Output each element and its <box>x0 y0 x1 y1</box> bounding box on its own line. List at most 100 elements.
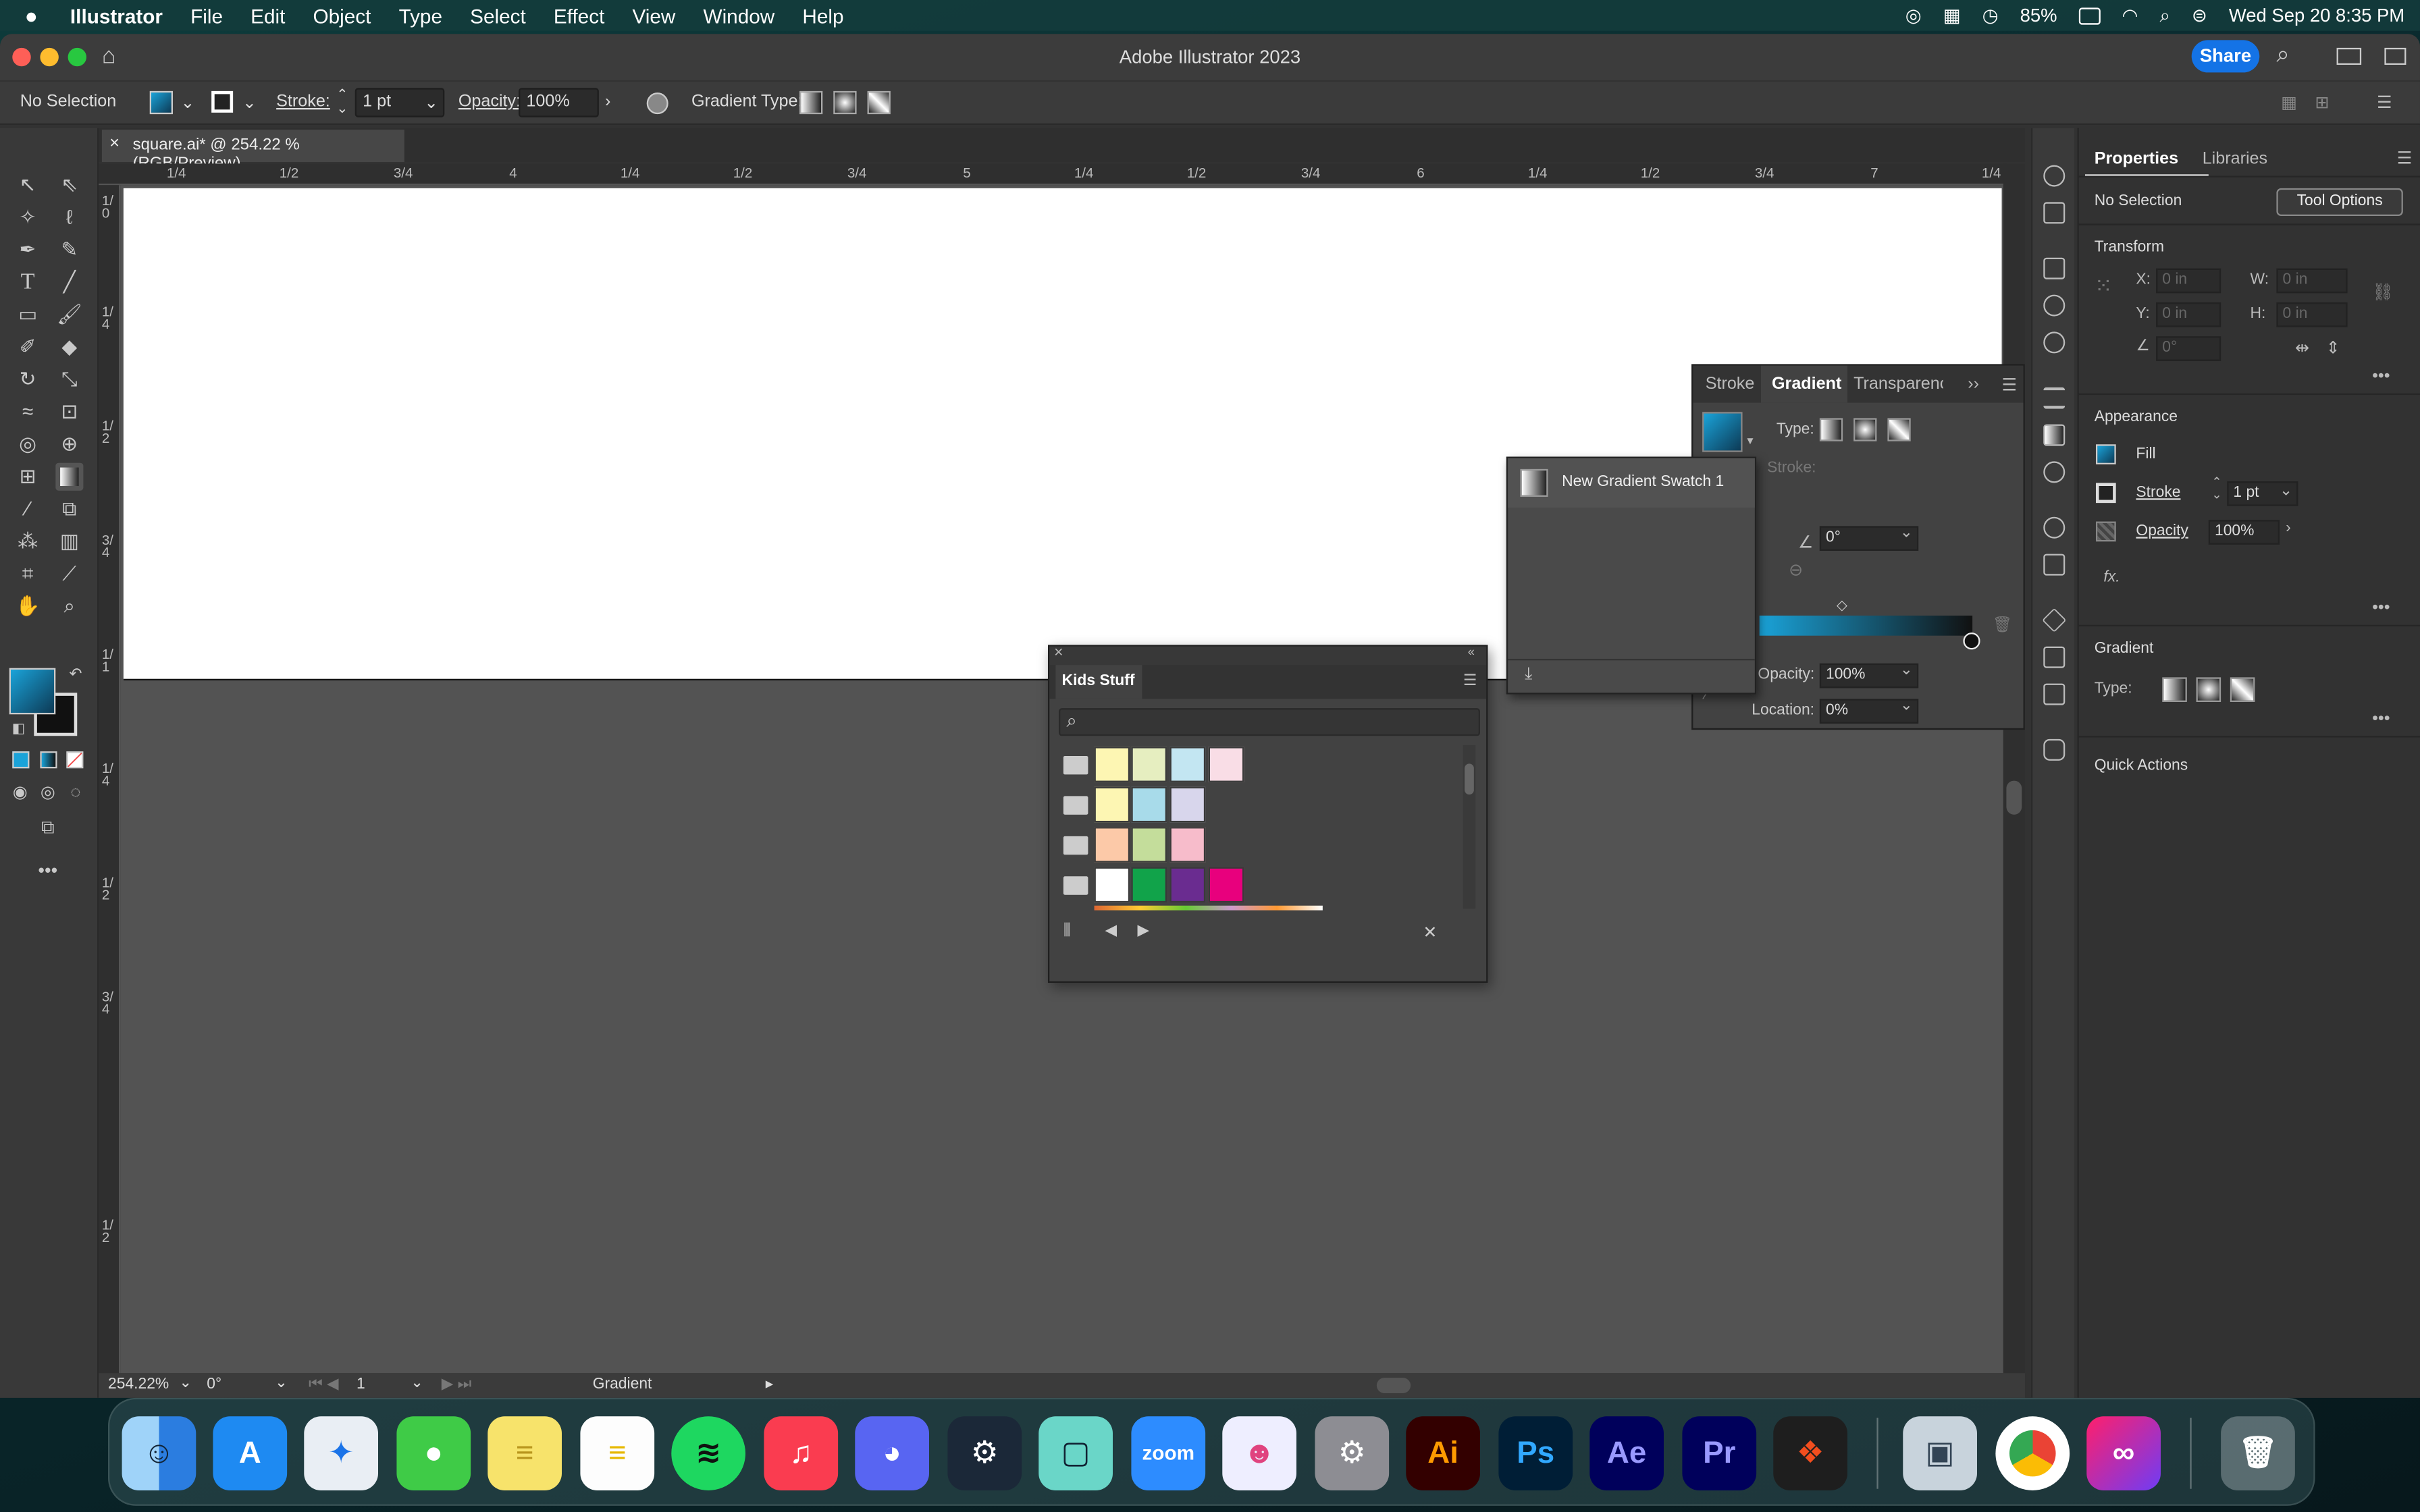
freeform-gradient-type-button[interactable] <box>2230 677 2255 702</box>
swatch-list-scroll-thumb[interactable] <box>1465 763 1474 795</box>
freeform-gradient-button[interactable] <box>1887 418 1911 441</box>
search-icon[interactable]: ⌕ <box>2159 4 2169 27</box>
menu-app-name[interactable]: Illustrator <box>56 4 176 27</box>
stroke-swatch[interactable] <box>211 90 234 113</box>
appearance-panel-icon[interactable] <box>2043 516 2066 539</box>
vertical-scrollbar[interactable] <box>2003 163 2025 1374</box>
gradient-preset-chevron-down-icon[interactable]: ▾ <box>1747 433 1753 448</box>
dock-zoom-icon[interactable]: zoom <box>1131 1416 1206 1490</box>
previous-library-icon[interactable]: ◀ <box>1105 923 1117 940</box>
lasso-tool-icon[interactable]: ℓ <box>55 204 83 232</box>
line-segment-tool-icon[interactable]: ╱ <box>55 269 83 296</box>
swap-fill-stroke-icon[interactable]: ↶ <box>61 662 89 690</box>
tab-properties[interactable]: Properties <box>2095 150 2178 168</box>
color-mode-button[interactable] <box>12 751 30 769</box>
more-appearance-options-icon[interactable]: ••• <box>2372 599 2390 617</box>
stroke-weight-chevron-down-icon[interactable]: ⌄ <box>2280 483 2292 500</box>
none-mode-button[interactable] <box>66 751 84 769</box>
horizontal-scrollbar[interactable] <box>790 1378 1994 1393</box>
battery-icon[interactable] <box>2078 7 2101 24</box>
hand-tool-icon[interactable]: ✋ <box>14 593 42 620</box>
dock-system-settings-icon[interactable]: ⚙ <box>1315 1416 1390 1490</box>
wifi-icon[interactable]: ◠ <box>2122 5 2138 26</box>
flip-horizontal-icon[interactable]: ⇹ <box>2295 338 2309 358</box>
gradient-slider[interactable] <box>1759 615 1973 636</box>
fill-swatch[interactable] <box>149 90 173 115</box>
delete-stop-icon[interactable]: 🗑 <box>1993 617 2012 634</box>
export-icon[interactable] <box>2043 646 2066 668</box>
draw-inside-icon[interactable]: ◌ <box>61 779 89 807</box>
close-panel-icon[interactable]: × <box>1054 645 1063 662</box>
menu-object[interactable]: Object <box>299 4 385 27</box>
creative-cloud-icon[interactable]: ◎ <box>1905 5 1922 26</box>
gradient-mode-button[interactable] <box>40 751 57 769</box>
direct-selection-tool-icon[interactable]: ⇖ <box>55 171 83 199</box>
live-paint-tool-icon[interactable]: ⊕ <box>55 431 83 458</box>
recolor-artwork-icon[interactable] <box>646 92 668 115</box>
eraser-tool-icon[interactable]: ◆ <box>55 333 83 361</box>
stroke-stepper-icon[interactable]: ⌃ ⌄ <box>336 87 348 115</box>
swatch[interactable] <box>1131 827 1167 863</box>
edit-toolbar-more-icon[interactable]: ••• <box>34 857 61 884</box>
current-tool-status[interactable]: Gradient <box>593 1376 652 1393</box>
vertical-scroll-thumb[interactable] <box>2006 780 2022 815</box>
comments-icon[interactable] <box>2043 738 2066 761</box>
swatch[interactable] <box>1169 747 1206 782</box>
zoom-level[interactable]: 254.22% <box>108 1376 169 1393</box>
dock-screen-icon[interactable]: ▢ <box>1038 1416 1113 1490</box>
artboard-number[interactable]: 1 <box>357 1376 365 1393</box>
shaper-tool-icon[interactable]: ✐ <box>14 333 42 361</box>
dock-creative-cloud-icon[interactable]: ∞ <box>2086 1416 2161 1490</box>
calendar-icon[interactable]: ▦ <box>1943 5 1961 26</box>
transparency-panel-icon[interactable] <box>2043 461 2066 483</box>
swatch-search-input[interactable]: ⌕ <box>1058 708 1480 736</box>
arrange-documents-icon[interactable] <box>2336 47 2362 65</box>
draw-normal-icon[interactable]: ◉ <box>6 779 34 807</box>
pen-tool-icon[interactable]: ✒ <box>14 236 42 264</box>
dock-music-icon[interactable]: ♫ <box>764 1416 839 1490</box>
dock-messages-icon[interactable]: ● <box>396 1416 471 1490</box>
swatch[interactable] <box>1169 867 1206 903</box>
angle-chevron-down-icon[interactable]: ⌄ <box>1900 524 1913 541</box>
column-graph-tool-icon[interactable]: ▥ <box>55 528 83 556</box>
panel-title-strip[interactable] <box>1049 646 1487 666</box>
radial-gradient-button[interactable] <box>1853 418 1877 441</box>
swatch-libraries-icon[interactable]: ⫼ <box>1063 923 1071 940</box>
flip-vertical-icon[interactable]: ⇕ <box>2326 338 2340 358</box>
dock-notes-icon[interactable]: ≡ <box>580 1416 655 1490</box>
zoom-chevron-down-icon[interactable]: ⌄ <box>179 1375 192 1392</box>
more-transform-options-icon[interactable]: ••• <box>2372 367 2390 385</box>
first-artboard-icon[interactable]: ⏮ ◀ <box>309 1376 338 1393</box>
graphic-styles-icon[interactable] <box>2043 554 2066 576</box>
transform-icon[interactable]: ⊞ <box>2315 92 2330 112</box>
tab-gradient[interactable]: Gradient <box>1772 375 1841 393</box>
document-tab[interactable]: × square.ai* @ 254.22 % (RGB/Preview) <box>101 129 404 173</box>
y-input[interactable]: 0 in <box>2156 302 2221 327</box>
artboard-chevron-down-icon[interactable]: ⌄ <box>411 1375 423 1392</box>
h-input[interactable]: 0 in <box>2276 302 2348 327</box>
stroke-label[interactable]: Stroke: <box>276 92 330 111</box>
tool-options-button[interactable]: Tool Options <box>2276 188 2403 216</box>
gradient-panel-icon[interactable] <box>2043 424 2066 446</box>
swatch[interactable] <box>1208 867 1244 903</box>
gradient-end-stop[interactable] <box>1963 632 1980 650</box>
gradient-tool-icon[interactable] <box>55 462 84 491</box>
tab-stroke[interactable]: Stroke <box>1706 375 1755 393</box>
dock-figma-icon[interactable]: ❖ <box>1773 1416 1847 1490</box>
color-guide-icon[interactable] <box>2043 165 2066 187</box>
save-swatch-icon[interactable]: ⤓ <box>1525 665 1532 685</box>
dock-trash-icon[interactable]: 🗑 <box>2221 1416 2295 1490</box>
curvature-tool-icon[interactable]: ✎ <box>55 236 83 264</box>
dock-spotify-icon[interactable]: ≋ <box>671 1416 745 1490</box>
swatch[interactable] <box>1094 747 1130 782</box>
swatch[interactable] <box>1169 786 1206 823</box>
layers-icon[interactable] <box>2042 608 2067 632</box>
dock-app-store-icon[interactable]: A <box>213 1416 288 1490</box>
swatch[interactable] <box>1131 867 1167 903</box>
opacity-label[interactable]: Opacity <box>2136 523 2188 540</box>
dock-robot-icon[interactable]: ☻ <box>1222 1416 1296 1490</box>
shape-builder-tool-icon[interactable]: ◎ <box>14 431 42 458</box>
collapse-panel-icon[interactable]: « <box>1468 645 1475 659</box>
linear-gradient-button[interactable] <box>1819 418 1843 441</box>
more-gradient-options-icon[interactable]: ••• <box>2372 709 2390 728</box>
